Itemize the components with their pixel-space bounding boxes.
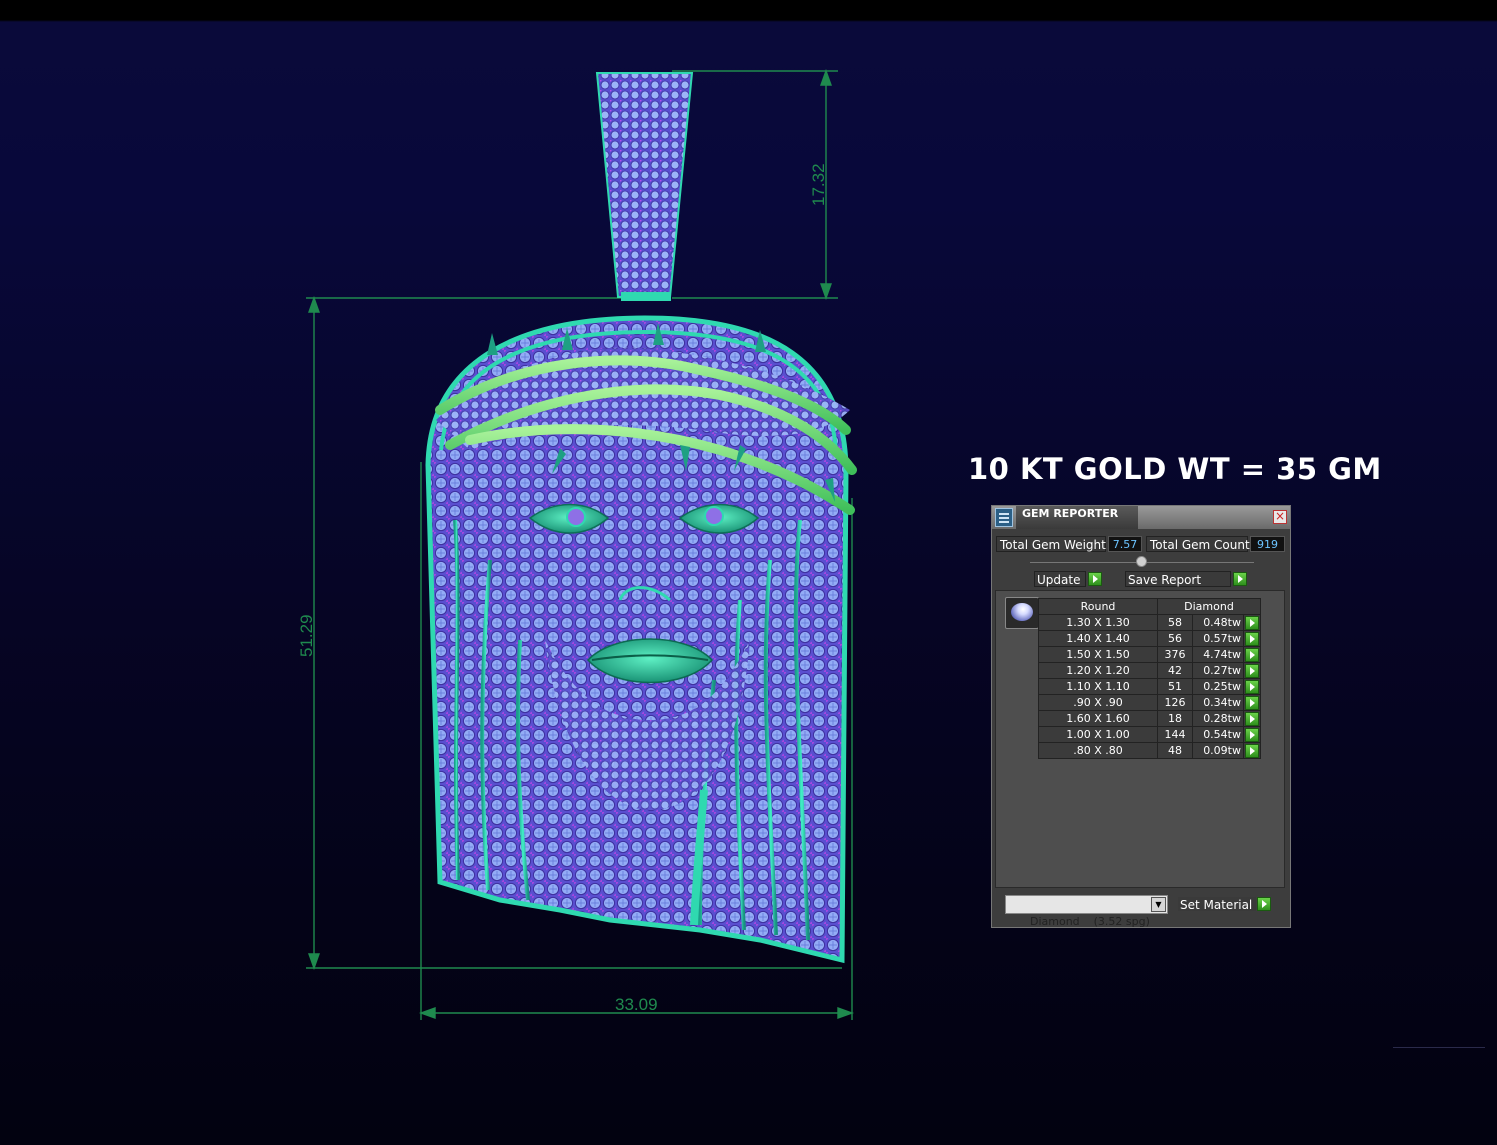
- gem-reporter-app-icon: [995, 508, 1013, 527]
- total-gem-weight-value: 7.57: [1108, 536, 1142, 552]
- gem-count: 56: [1157, 630, 1193, 647]
- gem-size: 1.10 X 1.10: [1038, 678, 1158, 695]
- select-row-play-icon[interactable]: [1245, 664, 1259, 678]
- gem-reporter-window: GEM REPORTER × Total Gem Weight 7.57 Tot…: [991, 505, 1291, 928]
- select-row-play-icon[interactable]: [1245, 648, 1259, 662]
- gem-carat-weight: 4.74tw: [1192, 646, 1244, 663]
- gem-size: 1.40 X 1.40: [1038, 630, 1158, 647]
- chevron-down-icon[interactable]: ▼: [1151, 897, 1166, 912]
- material-dropdown[interactable]: Diamond (3.52 spg) ▼: [1005, 895, 1168, 928]
- set-material-play-icon[interactable]: [1257, 897, 1271, 911]
- column-header-diamond[interactable]: Diamond: [1157, 598, 1261, 615]
- round-gem-icon[interactable]: [1005, 597, 1039, 629]
- column-header-round[interactable]: Round: [1038, 598, 1158, 615]
- gem-count: 144: [1157, 726, 1193, 743]
- gem-count: 51: [1157, 678, 1193, 695]
- gem-size: 1.20 X 1.20: [1038, 662, 1158, 679]
- table-row[interactable]: .90 X .90 126 0.34tw: [1038, 694, 1261, 711]
- viewport-divider: [1393, 1047, 1485, 1048]
- table-row[interactable]: 1.30 X 1.30 58 0.48tw: [1038, 614, 1261, 631]
- pendant-width-label: 33.09: [615, 995, 658, 1014]
- cad-viewport: 17.32 51.29 33.09 10 KT GOLD WT = 35 GM …: [0, 0, 1497, 1145]
- total-gem-count-label: Total Gem Count: [1146, 536, 1250, 552]
- select-row-play-icon[interactable]: [1245, 744, 1259, 758]
- close-icon[interactable]: ×: [1273, 510, 1287, 524]
- gem-count: 48: [1157, 742, 1193, 759]
- select-row-play-icon[interactable]: [1245, 616, 1259, 630]
- table-row[interactable]: 1.40 X 1.40 56 0.57tw: [1038, 630, 1261, 647]
- update-button-label: Update: [1037, 573, 1081, 587]
- gem-carat-weight: 0.48tw: [1192, 614, 1244, 631]
- gem-table: Round Diamond 1.30 X 1.30 58 0.48tw 1.40…: [1038, 598, 1261, 759]
- update-button[interactable]: Update: [1034, 571, 1086, 587]
- gem-count: 58: [1157, 614, 1193, 631]
- update-play-icon[interactable]: [1088, 572, 1102, 586]
- set-material-button[interactable]: Set Material: [1177, 896, 1257, 912]
- gem-size: 1.50 X 1.50: [1038, 646, 1158, 663]
- table-row[interactable]: .80 X .80 48 0.09tw: [1038, 742, 1261, 759]
- gem-size: 1.00 X 1.00: [1038, 726, 1158, 743]
- gem-size: .90 X .90: [1038, 694, 1158, 711]
- select-row-play-icon[interactable]: [1245, 696, 1259, 710]
- save-report-button[interactable]: Save Report: [1125, 571, 1231, 587]
- table-row[interactable]: 1.00 X 1.00 144 0.54tw: [1038, 726, 1261, 743]
- gem-count: 126: [1157, 694, 1193, 711]
- gem-count: 376: [1157, 646, 1193, 663]
- total-gem-weight-label: Total Gem Weight: [996, 536, 1106, 552]
- select-row-play-icon[interactable]: [1245, 712, 1259, 726]
- gem-carat-weight: 0.54tw: [1192, 726, 1244, 743]
- total-gem-count-value: 919: [1250, 536, 1285, 552]
- gem-carat-weight: 0.27tw: [1192, 662, 1244, 679]
- gem-count: 42: [1157, 662, 1193, 679]
- gem-reporter-title: GEM REPORTER: [1022, 507, 1119, 520]
- save-report-play-icon[interactable]: [1233, 572, 1247, 586]
- gem-carat-weight: 0.25tw: [1192, 678, 1244, 695]
- save-report-button-label: Save Report: [1128, 573, 1202, 587]
- gold-weight-headline: 10 KT GOLD WT = 35 GM: [968, 452, 1382, 486]
- pendant-bail: [595, 72, 694, 301]
- select-row-play-icon[interactable]: [1245, 632, 1259, 646]
- set-material-button-label: Set Material: [1180, 898, 1253, 912]
- gem-carat-weight: 0.34tw: [1192, 694, 1244, 711]
- splitter-handle[interactable]: [1136, 556, 1147, 567]
- gem-carat-weight: 0.28tw: [1192, 710, 1244, 727]
- pendant-height-label: 51.29: [297, 614, 316, 657]
- table-row[interactable]: 1.50 X 1.50 376 4.74tw: [1038, 646, 1261, 663]
- gem-carat-weight: 0.09tw: [1192, 742, 1244, 759]
- material-dropdown-value: Diamond (3.52 spg): [1029, 915, 1150, 928]
- bail-height-label: 17.32: [809, 163, 828, 206]
- table-row[interactable]: 1.60 X 1.60 18 0.28tw: [1038, 710, 1261, 727]
- gem-size: 1.60 X 1.60: [1038, 710, 1158, 727]
- gem-size: .80 X .80: [1038, 742, 1158, 759]
- gem-carat-weight: 0.57tw: [1192, 630, 1244, 647]
- gem-count: 18: [1157, 710, 1193, 727]
- select-row-play-icon[interactable]: [1245, 680, 1259, 694]
- gem-reporter-titlebar[interactable]: GEM REPORTER ×: [992, 506, 1290, 529]
- gem-list-panel: Round Diamond 1.30 X 1.30 58 0.48tw 1.40…: [995, 590, 1285, 888]
- gem-size: 1.30 X 1.30: [1038, 614, 1158, 631]
- select-row-play-icon[interactable]: [1245, 728, 1259, 742]
- table-row[interactable]: 1.10 X 1.10 51 0.25tw: [1038, 678, 1261, 695]
- table-row[interactable]: 1.20 X 1.20 42 0.27tw: [1038, 662, 1261, 679]
